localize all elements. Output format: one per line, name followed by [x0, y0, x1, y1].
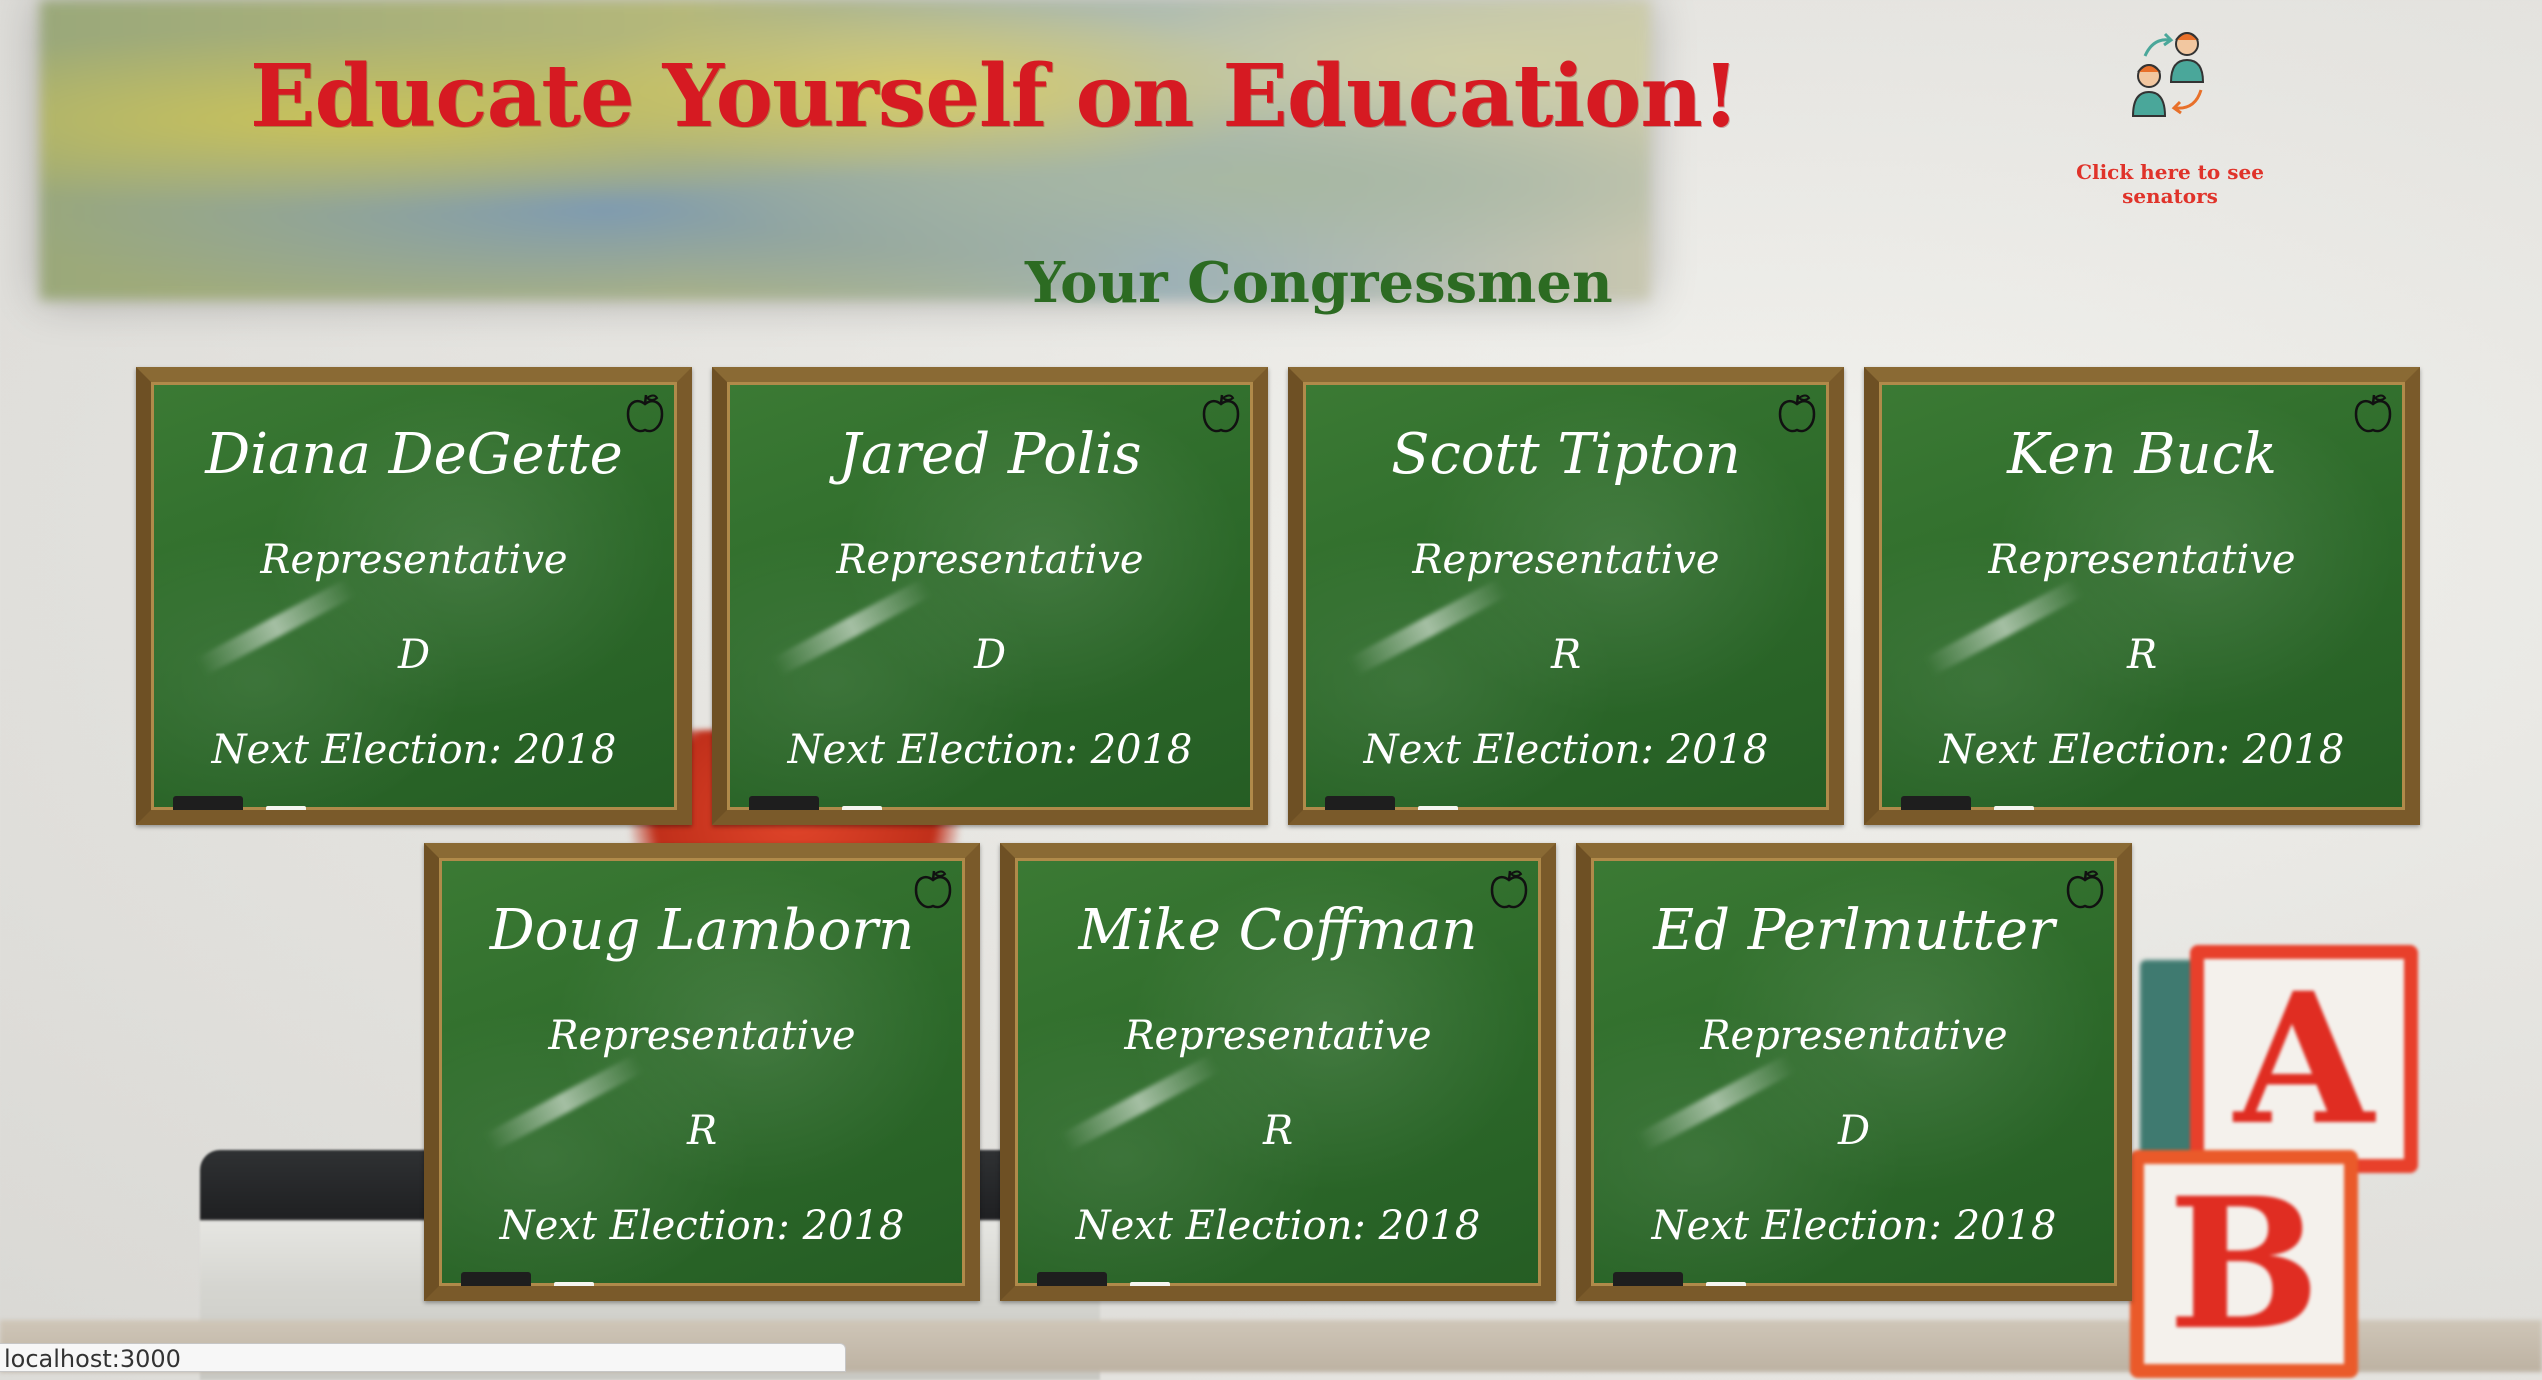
chalk-piece — [1130, 1282, 1170, 1286]
congressman-role: Representative — [1700, 1013, 2008, 1059]
congressman-name: Scott Tipton — [1391, 422, 1741, 487]
abc-block-b: B — [2130, 1150, 2358, 1378]
chalk-piece — [266, 806, 306, 810]
eraser — [461, 1272, 531, 1286]
chalk-piece — [1706, 1282, 1746, 1286]
congressman-next-election: Next Election: 2018 — [787, 727, 1193, 773]
congressman-party: R — [2126, 632, 2158, 678]
browser-status-url: localhost:3000 — [0, 1343, 846, 1372]
congressman-card[interactable]: Doug Lamborn Representative R Next Elect… — [424, 843, 980, 1301]
congressman-name: Ed Perlmutter — [1653, 898, 2055, 963]
congressman-card[interactable]: Jared Polis Representative D Next Electi… — [712, 367, 1268, 825]
congressman-role: Representative — [836, 537, 1144, 583]
congressman-role: Representative — [1988, 537, 2296, 583]
see-senators-label[interactable]: Click here to see senators — [2030, 160, 2310, 208]
eraser — [1325, 796, 1395, 810]
congressman-next-election: Next Election: 2018 — [211, 727, 617, 773]
chalk-piece — [554, 1282, 594, 1286]
chalk-piece — [1994, 806, 2034, 810]
congressman-name: Jared Polis — [838, 422, 1142, 487]
eraser — [1037, 1272, 1107, 1286]
congressman-role: Representative — [260, 537, 568, 583]
abc-block-a: A — [2190, 945, 2418, 1173]
congressman-role: Representative — [548, 1013, 856, 1059]
see-senators-link[interactable]: Click here to see senators — [2030, 24, 2310, 208]
congressman-next-election: Next Election: 2018 — [1363, 727, 1769, 773]
page-title: Educate Yourself on Education! — [250, 46, 1740, 147]
people-swap-icon[interactable] — [2115, 24, 2225, 124]
chalk-piece — [842, 806, 882, 810]
congressman-party: D — [1837, 1108, 1871, 1154]
congressman-party: R — [1550, 632, 1582, 678]
congressman-name: Ken Buck — [2007, 422, 2277, 487]
congressman-name: Diana DeGette — [205, 422, 623, 487]
congressman-party: R — [686, 1108, 718, 1154]
congressman-card[interactable]: Mike Coffman Representative R Next Elect… — [1000, 843, 1556, 1301]
congressman-party: R — [1262, 1108, 1294, 1154]
section-title: Your Congressmen — [1025, 250, 1613, 316]
congressman-card[interactable]: Scott Tipton Representative R Next Elect… — [1288, 367, 1844, 825]
congressman-next-election: Next Election: 2018 — [1075, 1203, 1481, 1249]
congressman-party: D — [397, 632, 431, 678]
eraser — [173, 796, 243, 810]
congressman-next-election: Next Election: 2018 — [499, 1203, 905, 1249]
congressman-party: D — [973, 632, 1007, 678]
congressman-name: Mike Coffman — [1078, 898, 1478, 963]
chalk-piece — [1418, 806, 1458, 810]
eraser — [1613, 1272, 1683, 1286]
congressman-card[interactable]: Diana DeGette Representative D Next Elec… — [136, 367, 692, 825]
congressman-role: Representative — [1124, 1013, 1432, 1059]
eraser — [1901, 796, 1971, 810]
congressman-next-election: Next Election: 2018 — [1939, 727, 2345, 773]
congressman-role: Representative — [1412, 537, 1720, 583]
congressman-card[interactable]: Ed Perlmutter Representative D Next Elec… — [1576, 843, 2132, 1301]
congressman-next-election: Next Election: 2018 — [1651, 1203, 2057, 1249]
congressman-card[interactable]: Ken Buck Representative R Next Election:… — [1864, 367, 2420, 825]
eraser — [749, 796, 819, 810]
congressman-name: Doug Lamborn — [489, 898, 915, 963]
